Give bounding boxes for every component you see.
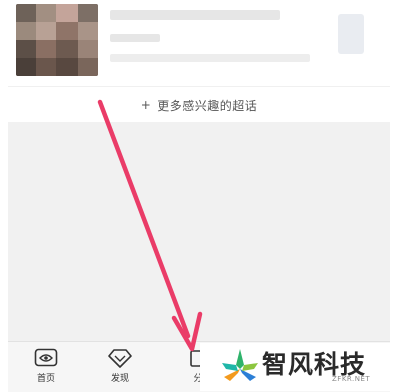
site-watermark: 智风科技 ZFKR.NET xyxy=(200,343,398,391)
watermark-url: ZFKR.NET xyxy=(332,375,371,383)
zhifeng-logo-icon xyxy=(222,349,258,381)
annotation-arrow-icon xyxy=(97,99,203,352)
